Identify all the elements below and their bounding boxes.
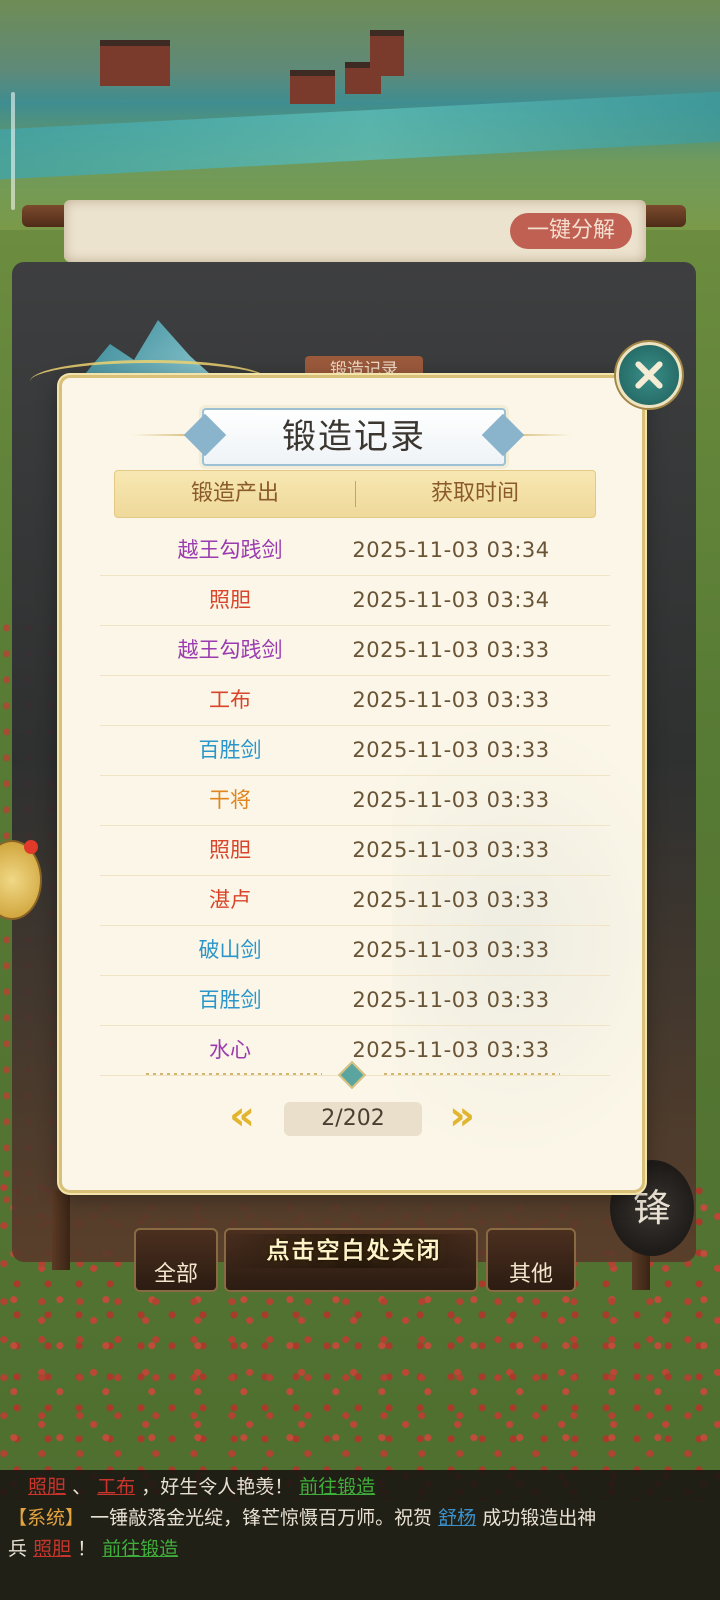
obtained-time: 2025-11-03 03:33 <box>352 1038 550 1062</box>
obtained-time: 2025-11-03 03:34 <box>352 588 550 612</box>
chat-text: ！ <box>77 1538 97 1560</box>
chat-text: 兵 <box>8 1538 28 1560</box>
forged-item-name: 照胆 <box>209 588 251 612</box>
item-link[interactable]: 照胆 <box>33 1538 71 1560</box>
tab-other-label: 其他 <box>508 1262 553 1287</box>
page-indicator: 2/202 <box>284 1102 422 1136</box>
dialog-title: 锻造记录 <box>282 417 426 457</box>
table-row: 越王勾践剑 2025-11-03 03:33 <box>100 626 610 676</box>
record-list: 越王勾践剑 2025-11-03 03:34 照胆 2025-11-03 03:34 越… <box>100 526 610 1076</box>
table-row: 湛卢 2025-11-03 03:33 <box>100 876 610 926</box>
forged-item-name: 干将 <box>209 788 251 812</box>
river <box>0 88 720 182</box>
chat-line: 兵 照胆 ！ 前往锻造 <box>8 1534 178 1565</box>
table-row: 工布 2025-11-03 03:33 <box>100 676 610 726</box>
notification-dot <box>24 840 38 854</box>
obtained-time: 2025-11-03 03:33 <box>352 988 550 1012</box>
one-click-decompose-button[interactable]: 一键分解 <box>510 213 632 249</box>
previous-page-button[interactable]: « <box>222 1096 262 1136</box>
building <box>100 40 170 86</box>
table-row: 照胆 2025-11-03 03:33 <box>100 826 610 876</box>
dotted-divider <box>146 1073 322 1075</box>
building <box>290 70 335 104</box>
forged-item-name: 水心 <box>209 1038 251 1062</box>
item-link[interactable]: 工布 <box>97 1476 135 1498</box>
close-hint[interactable]: 点击空白处关闭 <box>224 1234 484 1268</box>
obtained-time: 2025-11-03 03:34 <box>352 538 550 562</box>
column-header-time: 获取时间 <box>430 481 519 506</box>
obtained-time: 2025-11-03 03:33 <box>352 638 550 662</box>
building <box>370 30 404 76</box>
go-forge-link[interactable]: 前往锻造 <box>102 1538 178 1560</box>
item-link[interactable]: 照胆 <box>28 1476 66 1498</box>
forged-item-name: 越王勾践剑 <box>177 638 283 662</box>
table-row: 破山剑 2025-11-03 03:33 <box>100 926 610 976</box>
obtained-time: 2025-11-03 03:33 <box>352 938 550 962</box>
tab-other[interactable]: 其他 <box>486 1228 576 1292</box>
go-forge-link[interactable]: 前往锻造 <box>299 1476 375 1498</box>
close-icon[interactable] <box>616 342 682 408</box>
system-tag: 【系统】 <box>8 1507 85 1529</box>
obtained-time: 2025-11-03 03:33 <box>352 788 550 812</box>
obtained-time: 2025-11-03 03:33 <box>352 738 550 762</box>
forged-item-name: 百胜剑 <box>198 988 262 1012</box>
forged-item-name: 湛卢 <box>209 888 251 912</box>
tab-all-label: 全部 <box>153 1262 198 1287</box>
forge-record-dialog: 锻造记录 锻造产出 获取时间 越王勾践剑 2025-11-03 03:34 照胆 20… <box>62 378 642 1190</box>
column-header-output: 锻造产出 <box>190 481 279 506</box>
chat-text: ，好生令人艳羡！ <box>141 1476 294 1498</box>
tab-all[interactable]: 全部 <box>134 1228 218 1292</box>
chat-log: 照胆 、 工布 ，好生令人艳羡！ 前往锻造 【系统】 一锤敲落金光绽，锋芒惊慑百… <box>0 1470 720 1600</box>
obtained-time: 2025-11-03 03:33 <box>352 838 550 862</box>
pillar <box>52 1190 70 1270</box>
scrollbar[interactable] <box>11 92 15 210</box>
player-link[interactable]: 舒杨 <box>438 1507 476 1529</box>
forged-item-name: 百胜剑 <box>198 738 262 762</box>
table-row: 百胜剑 2025-11-03 03:33 <box>100 976 610 1026</box>
table-row: 百胜剑 2025-11-03 03:33 <box>100 726 610 776</box>
forged-item-name: 破山剑 <box>198 938 262 962</box>
town-map <box>0 0 720 230</box>
forged-item-name: 越王勾践剑 <box>177 538 283 562</box>
next-page-button[interactable]: » <box>442 1096 482 1136</box>
table-row: 照胆 2025-11-03 03:34 <box>100 576 610 626</box>
chat-line: 照胆 、 工布 ，好生令人艳羡！ 前往锻造 <box>28 1472 375 1503</box>
table-row: 越王勾践剑 2025-11-03 03:34 <box>100 526 610 576</box>
chat-text: 一锤敲落金光绽，锋芒惊慑百万师。祝贺 <box>90 1507 433 1529</box>
table-row: 干将 2025-11-03 03:33 <box>100 776 610 826</box>
chat-text: 成功锻造出神 <box>482 1507 597 1529</box>
forged-item-name: 照胆 <box>209 838 251 862</box>
table-header: 锻造产出 获取时间 <box>114 470 596 518</box>
dotted-divider <box>384 1073 560 1075</box>
obtained-time: 2025-11-03 03:33 <box>352 888 550 912</box>
obtained-time: 2025-11-03 03:33 <box>352 688 550 712</box>
title-plate: 锻造记录 <box>202 408 506 466</box>
chat-text: 、 <box>72 1476 92 1498</box>
forged-item-name: 工布 <box>209 688 251 712</box>
chat-line: 【系统】 一锤敲落金光绽，锋芒惊慑百万师。祝贺 舒杨 成功锻造出神 <box>8 1503 596 1534</box>
